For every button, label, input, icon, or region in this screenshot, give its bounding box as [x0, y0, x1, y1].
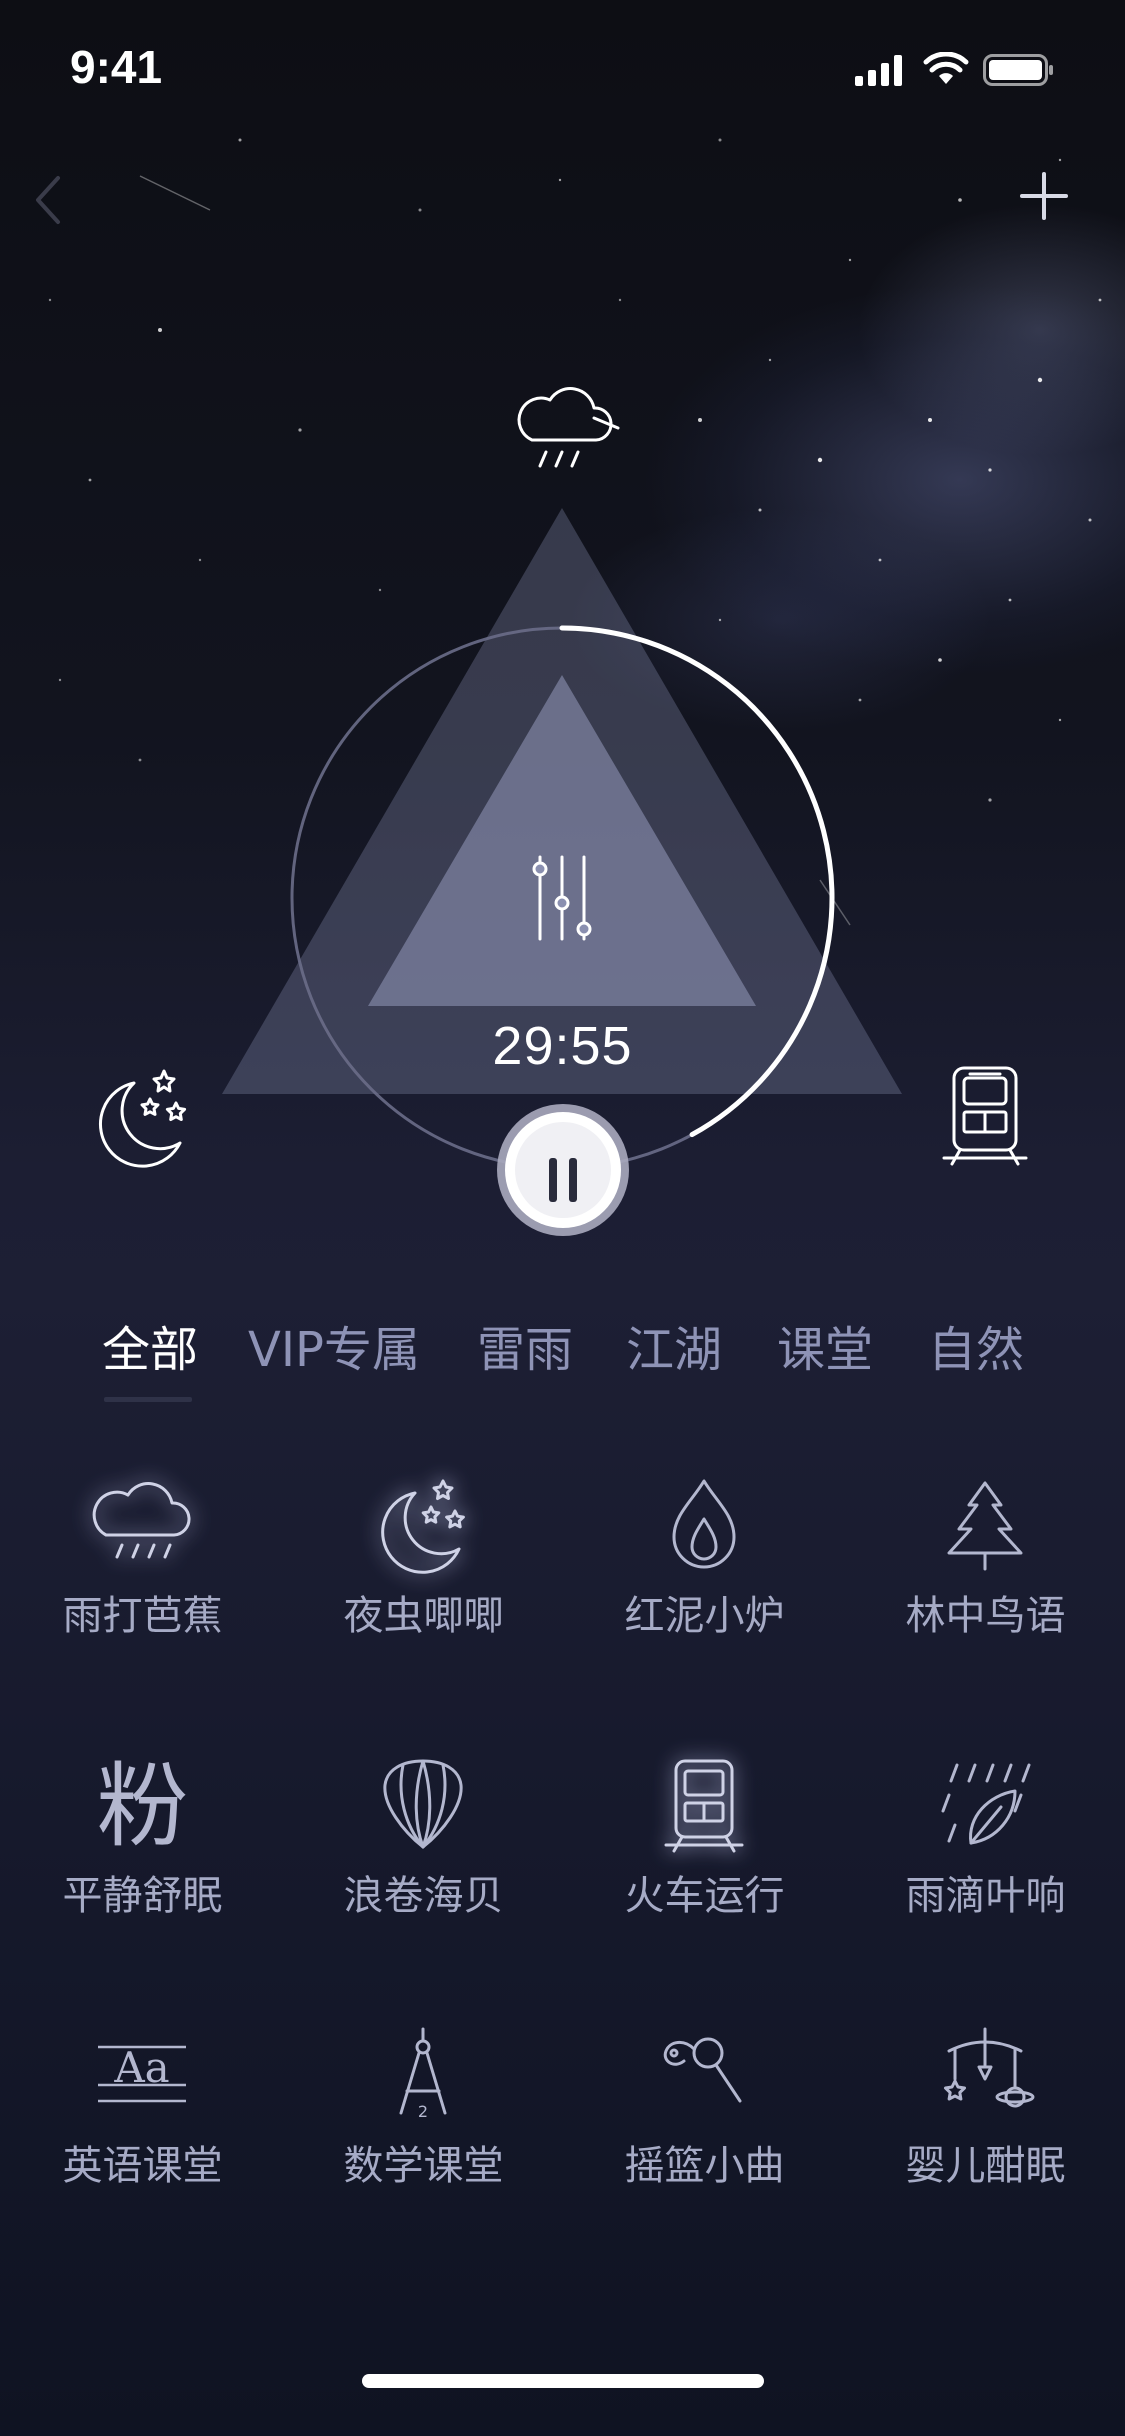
train-icon[interactable] [930, 1060, 1040, 1170]
sound-item-waves-shells[interactable]: 浪卷海贝 [283, 1735, 564, 1965]
sound-label: 英语课堂 [62, 2143, 223, 2189]
sound-item-clay-stove[interactable]: 红泥小炉 [564, 1455, 845, 1685]
rain-cloud-icon [92, 1482, 191, 1559]
rain-leaf-icon [941, 1763, 1031, 1845]
add-button[interactable] [1016, 168, 1072, 224]
app-screen: 9:41 29:55 全部 VIP专属 雷雨 江湖 课堂 自然 雨打芭蕉 夜虫唧… [0, 0, 1125, 2436]
wifi-icon [923, 52, 969, 84]
tab-thunderstorm[interactable]: 雷雨 [477, 1310, 573, 1380]
signal-icon [855, 55, 902, 86]
flame-icon [672, 1479, 736, 1569]
category-tabs: 全部 VIP专属 雷雨 江湖 课堂 自然 [0, 1310, 1125, 1400]
sound-label: 火车运行 [624, 1873, 785, 1919]
tab-all[interactable]: 全部 [102, 1310, 198, 1380]
sound-item-lullaby[interactable]: 摇篮小曲 [564, 2005, 845, 2235]
sound-label: 红泥小炉 [624, 1593, 785, 1639]
pause-bar-right [569, 1158, 577, 1202]
tab-vip[interactable]: VIP专属 [248, 1310, 420, 1380]
compass-icon: 2 [399, 2027, 447, 2121]
sound-item-rain-leaves[interactable]: 雨滴叶响 [845, 1735, 1125, 1965]
home-indicator[interactable] [362, 2374, 764, 2388]
moon-stars-icon[interactable] [88, 1065, 198, 1175]
tab-nature[interactable]: 自然 [928, 1310, 1024, 1380]
pause-button[interactable] [505, 1112, 621, 1228]
pause-icon [515, 1122, 611, 1218]
pine-tree-icon [947, 1481, 1023, 1571]
sound-label: 婴儿酣眠 [905, 2143, 1066, 2189]
tab-classroom[interactable]: 课堂 [777, 1310, 873, 1380]
sound-item-english-class[interactable]: Aa 英语课堂 [2, 2005, 283, 2235]
sound-label: 平静舒眠 [62, 1873, 223, 1919]
sound-label: 浪卷海贝 [343, 1873, 504, 1919]
status-icons [855, 50, 1055, 90]
active-tab-indicator [104, 1397, 192, 1402]
status-bar: 9:41 [0, 0, 1125, 140]
sound-label: 摇篮小曲 [624, 2143, 785, 2189]
sound-item-math-class[interactable]: 2 数学课堂 [283, 2005, 564, 2235]
aa-text-icon: Aa [98, 2043, 186, 2103]
battery-icon [983, 54, 1053, 86]
sound-label: 林中鸟语 [905, 1593, 1066, 1639]
sound-label: 雨打芭蕉 [62, 1593, 223, 1639]
sound-item-rain-banana[interactable]: 雨打芭蕉 [2, 1455, 283, 1685]
sound-item-forest-birds[interactable]: 林中鸟语 [845, 1455, 1125, 1685]
sound-item-baby-sleep[interactable]: 婴儿酣眠 [845, 2005, 1125, 2235]
rattle-icon [663, 2037, 742, 2103]
pause-bar-left [549, 1158, 557, 1202]
text-glyph-icon: 粉 [96, 1753, 189, 1860]
compass-digit: 2 [418, 2102, 428, 2121]
sound-label: 雨滴叶响 [905, 1873, 1066, 1919]
sound-label: 夜虫唧唧 [343, 1593, 504, 1639]
sound-item-train-running[interactable]: 火车运行 [564, 1735, 845, 1965]
baby-mobile-icon [944, 2027, 1035, 2108]
back-button[interactable] [28, 170, 68, 230]
sound-label: 数学课堂 [343, 2143, 504, 2189]
top-rain-cloud-icon[interactable] [517, 387, 620, 468]
seashell-icon [383, 1759, 463, 1849]
sound-item-night-insects[interactable]: 夜虫唧唧 [283, 1455, 564, 1685]
tab-jianghu[interactable]: 江湖 [626, 1310, 722, 1380]
aa-glyph: Aa [113, 2043, 169, 2092]
train-icon [664, 1759, 744, 1853]
status-time: 9:41 [70, 41, 163, 93]
sound-item-calm-sleep[interactable]: 粉 平静舒眠 [2, 1735, 283, 1965]
moon-stars-icon [381, 1479, 465, 1574]
